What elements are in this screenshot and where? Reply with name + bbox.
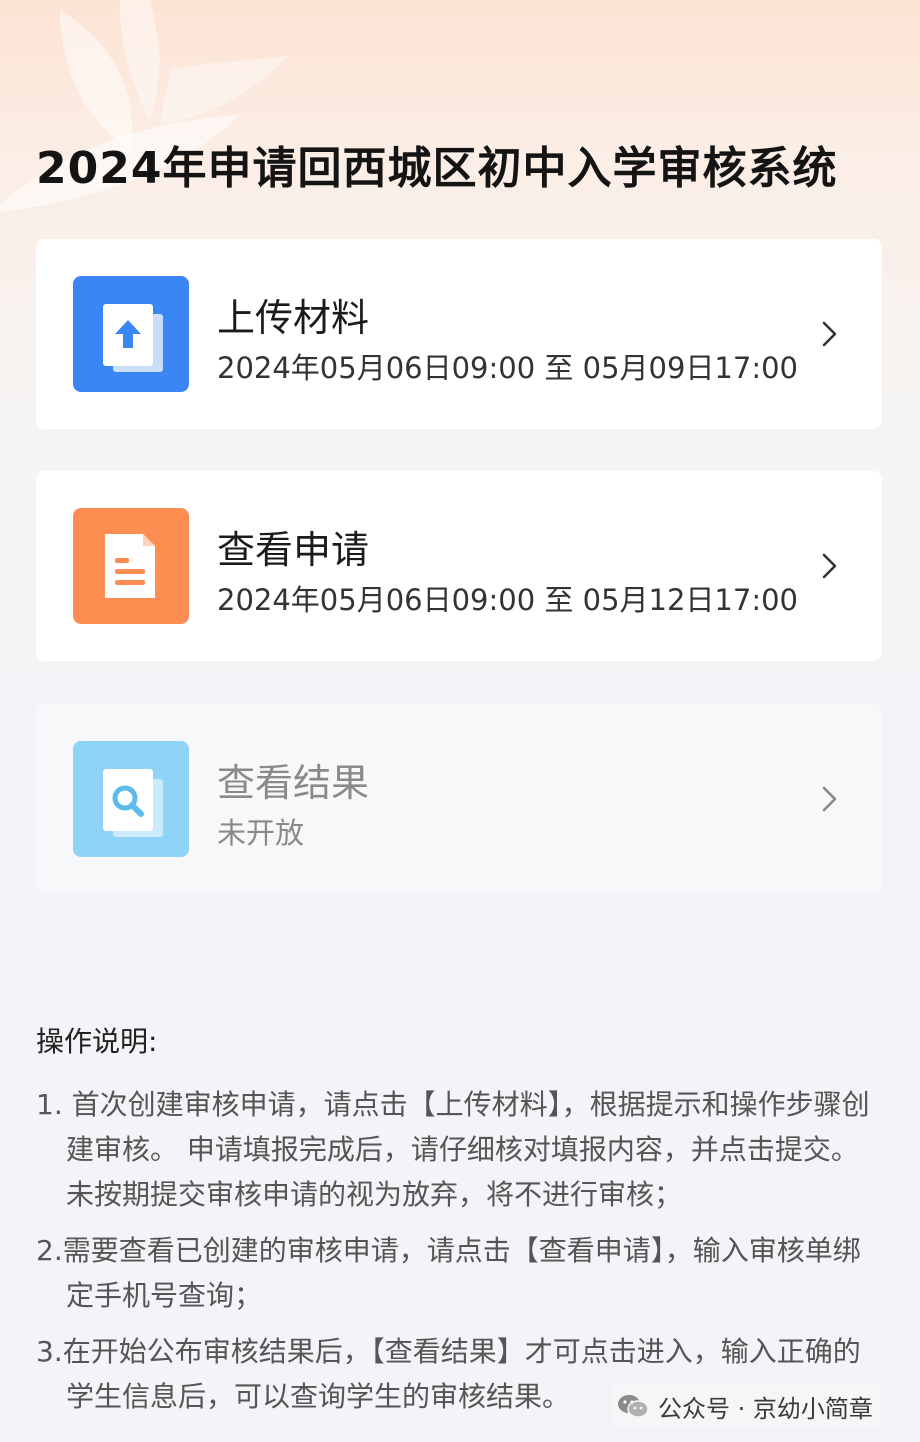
view-results-card: 查看结果 未开放 — [36, 704, 882, 894]
view-application-card[interactable]: 查看申请 2024年05月06日09:00 至 05月12日17:00 — [36, 471, 882, 661]
chevron-right-icon — [822, 786, 837, 812]
wechat-icon — [618, 1395, 649, 1418]
card-title: 查看结果 — [217, 761, 370, 805]
card-status: 未开放 — [217, 816, 305, 850]
watermark: 公众号 · 京幼小简章 — [612, 1384, 881, 1428]
chevron-right-icon[interactable] — [820, 319, 840, 349]
instruction-item: 2.需要查看已创建的审核申请，请点击【查看申请】，输入审核单绑定手机号查询； — [36, 1234, 861, 1312]
instruction-item: 1. 首次创建审核申请，请点击【上传材料】，根据提示和操作步骤创建审核。 申请填… — [36, 1088, 870, 1211]
search-icon — [73, 741, 189, 857]
chevron-right-icon[interactable] — [820, 551, 840, 581]
card-date-range: 2024年05月06日09:00 至 05月12日17:00 — [217, 583, 798, 617]
upload-materials-card[interactable]: 上传材料 2024年05月06日09:00 至 05月09日17:00 — [36, 239, 882, 429]
card-title: 上传材料 — [217, 296, 370, 340]
document-icon — [73, 508, 189, 624]
card-date-range: 2024年05月06日09:00 至 05月09日17:00 — [217, 351, 798, 385]
card-title: 查看申请 — [217, 528, 370, 572]
instructions-title: 操作说明: — [36, 1025, 158, 1058]
upload-icon — [73, 276, 189, 392]
page-title: 2024年申请回西城区初中入学审核系统 — [36, 143, 838, 194]
watermark-text: 公众号 · 京幼小简章 — [658, 1394, 873, 1423]
instructions-section: 操作说明: 1. 首次创建审核申请，请点击【上传材料】，根据提示和操作步骤创建审… — [36, 1020, 886, 1430]
